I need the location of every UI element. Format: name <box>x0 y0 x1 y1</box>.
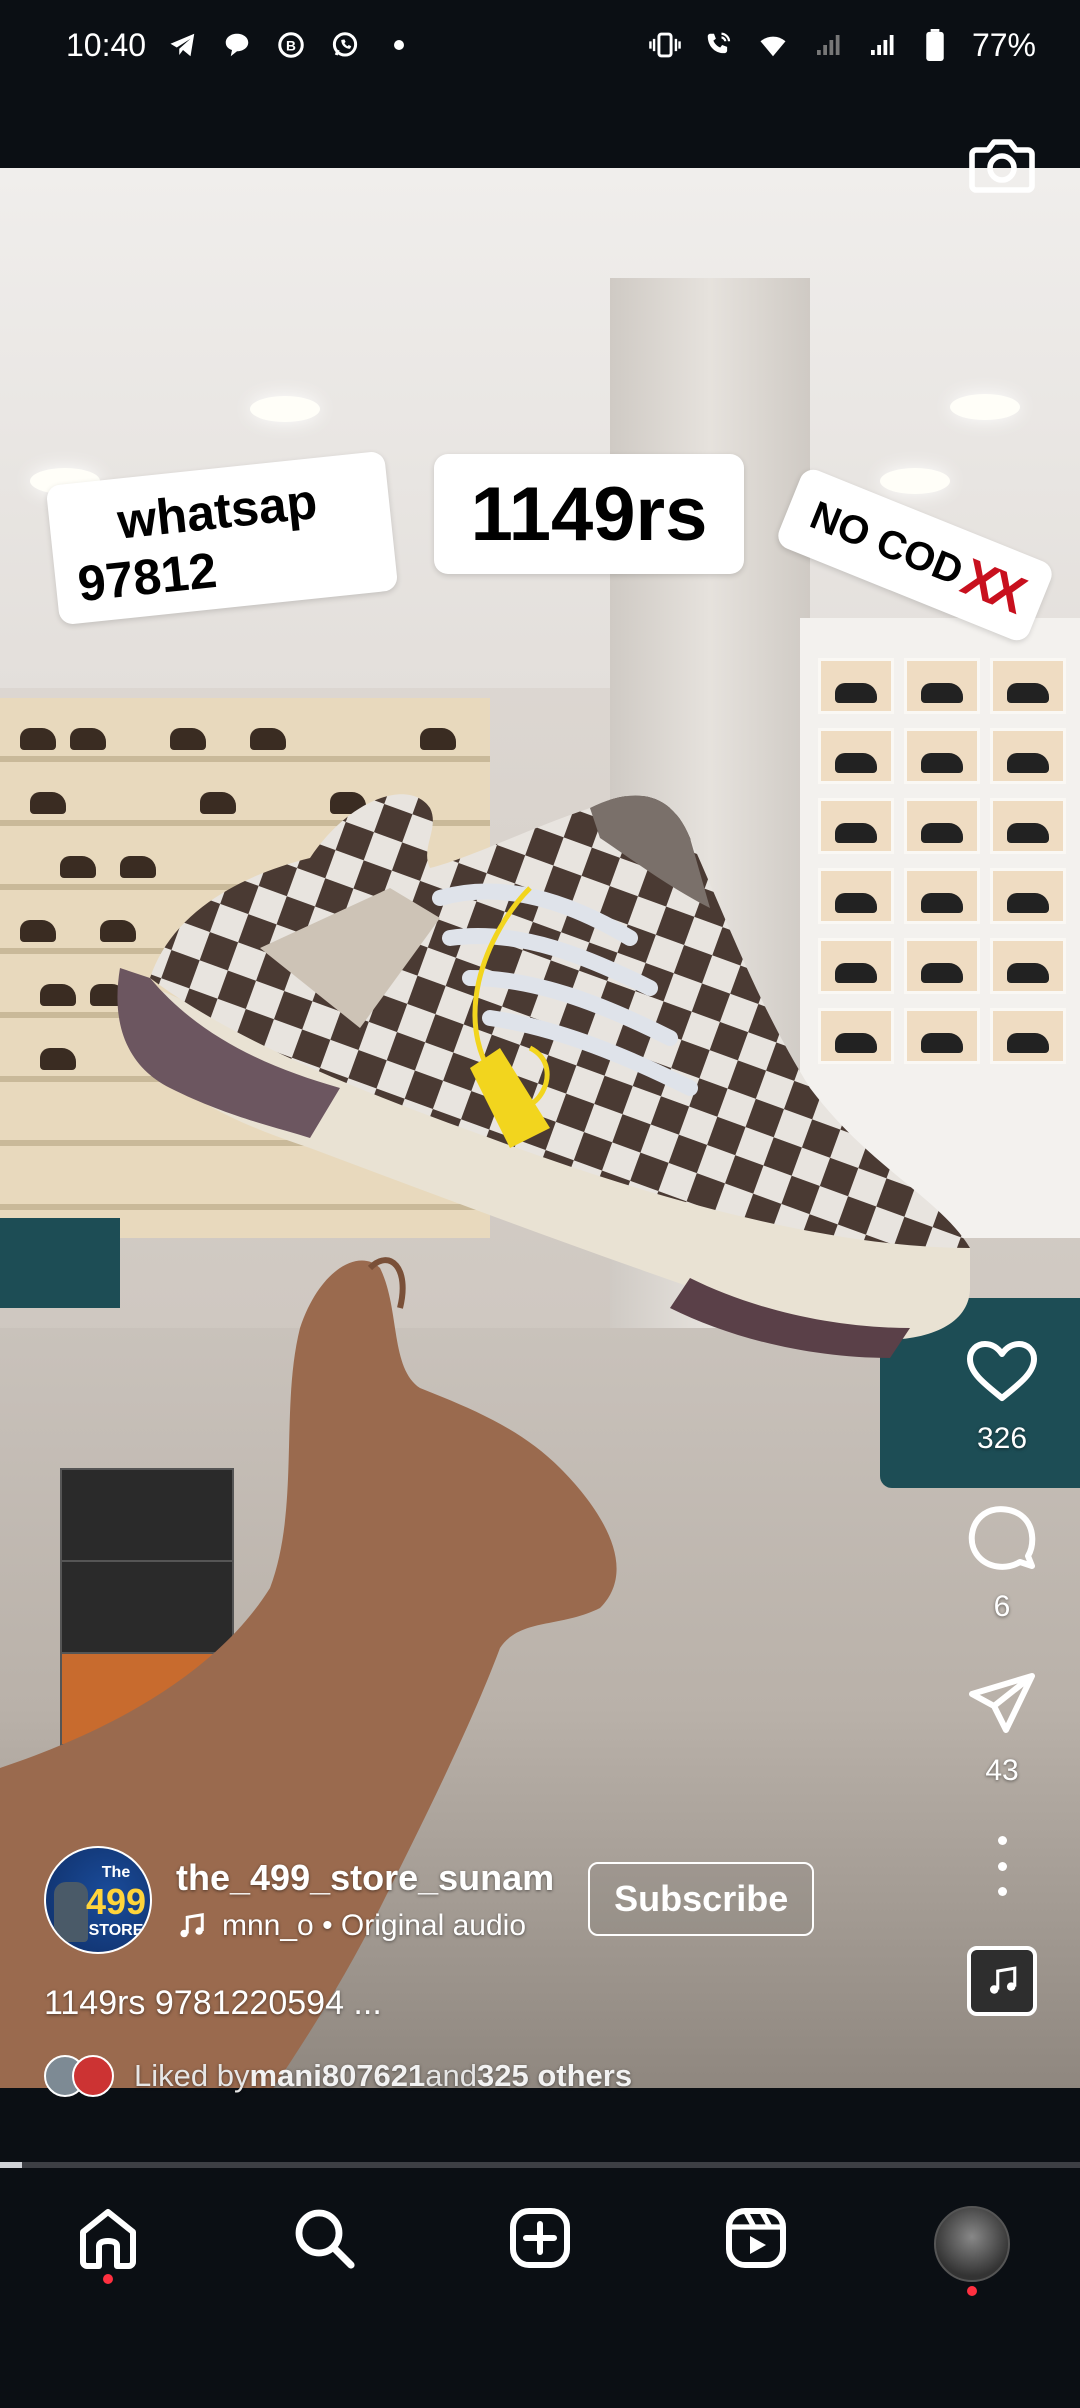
reel-video[interactable]: whatsap 97812 1149rs NO COD XX <box>0 168 1080 2088</box>
notification-dot <box>967 2286 977 2296</box>
share-action[interactable]: 43 <box>966 1670 1038 1788</box>
telegram-icon <box>166 28 200 62</box>
more-options-button[interactable] <box>982 1836 1022 1896</box>
battery-level: 77% <box>971 26 1036 63</box>
svg-text:B: B <box>286 39 296 54</box>
comment-icon[interactable] <box>966 1502 1038 1572</box>
subscribe-button[interactable]: Subscribe <box>588 1862 815 1936</box>
status-left: 10:40 B <box>66 27 416 64</box>
liked-by-user[interactable]: mani807621 <box>249 2058 425 2094</box>
liker-avatars <box>44 2055 114 2097</box>
like-action[interactable]: 326 <box>966 1340 1038 1456</box>
dot-icon <box>382 28 416 62</box>
author-row: The 499 STORE the_499_store_sunam mnn_o … <box>44 1846 815 1954</box>
heart-icon[interactable] <box>966 1340 1038 1404</box>
nav-reels[interactable] <box>701 2206 811 2316</box>
liked-by-row[interactable]: Liked by mani807621 and 325 others <box>44 2054 632 2098</box>
wifi-icon <box>756 28 790 62</box>
price-sticker: 1149rs <box>434 454 744 574</box>
comment-action[interactable]: 6 <box>966 1502 1038 1624</box>
liked-by-middle: and <box>425 2058 478 2093</box>
reels-icon <box>726 2208 786 2268</box>
nav-profile[interactable] <box>917 2206 1027 2316</box>
like-count: 326 <box>976 1422 1028 1455</box>
top-bar <box>0 90 1080 168</box>
avatar-number-text: 499 <box>85 1881 147 1922</box>
liker-avatar <box>72 2055 114 2097</box>
battery-icon <box>918 28 952 62</box>
liked-by-others[interactable]: 325 others <box>477 2058 632 2094</box>
status-bar: 10:40 B 77% <box>0 0 1080 90</box>
liked-by-prefix: Liked by <box>134 2058 250 2093</box>
avatar-store-text: STORE <box>88 1922 144 1939</box>
signal-icon <box>810 28 844 62</box>
comment-count: 6 <box>993 1590 1011 1623</box>
music-note-icon <box>989 1966 1017 1994</box>
audio-link[interactable]: mnn_o • Original audio <box>176 1909 554 1943</box>
vibrate-icon <box>648 28 682 62</box>
whatsapp-icon <box>328 28 362 62</box>
create-icon <box>510 2208 570 2268</box>
search-icon <box>295 2209 355 2269</box>
wifi-calling-icon <box>702 28 736 62</box>
send-icon[interactable] <box>966 1670 1038 1736</box>
nav-home[interactable] <box>53 2206 163 2316</box>
author-avatar[interactable]: The 499 STORE <box>44 1846 152 1954</box>
nav-create[interactable] <box>485 2206 595 2316</box>
reel-caption[interactable]: 1149rs 9781220594 ... <box>44 1984 382 2023</box>
camera-icon <box>969 139 1035 193</box>
share-count: 43 <box>985 1754 1019 1787</box>
bottom-navigation <box>0 2168 1080 2408</box>
more-dot-icon <box>997 1836 1007 1845</box>
notification-dot <box>103 2274 113 2284</box>
reel-actions: 326 6 43 <box>952 1340 1052 2016</box>
more-dot-icon <box>997 1861 1007 1871</box>
music-note-icon <box>180 1912 204 1938</box>
audio-thumbnail[interactable] <box>967 1946 1037 2016</box>
audio-label: mnn_o • Original audio <box>222 1909 527 1942</box>
author-username[interactable]: the_499_store_sunam <box>176 1857 554 1899</box>
clock: 10:40 <box>66 26 147 63</box>
camera-button[interactable] <box>964 128 1040 204</box>
business-icon: B <box>274 28 308 62</box>
more-dot-icon <box>997 1887 1007 1896</box>
profile-avatar <box>934 2206 1010 2282</box>
status-right: 77% <box>648 27 1036 64</box>
nav-search[interactable] <box>269 2206 379 2316</box>
chat-bubble-icon <box>220 28 254 62</box>
author-info: the_499_store_sunam mnn_o • Original aud… <box>176 1857 554 1943</box>
sneaker-image <box>110 768 990 1668</box>
home-icon <box>80 2209 136 2269</box>
signal-icon <box>864 28 898 62</box>
